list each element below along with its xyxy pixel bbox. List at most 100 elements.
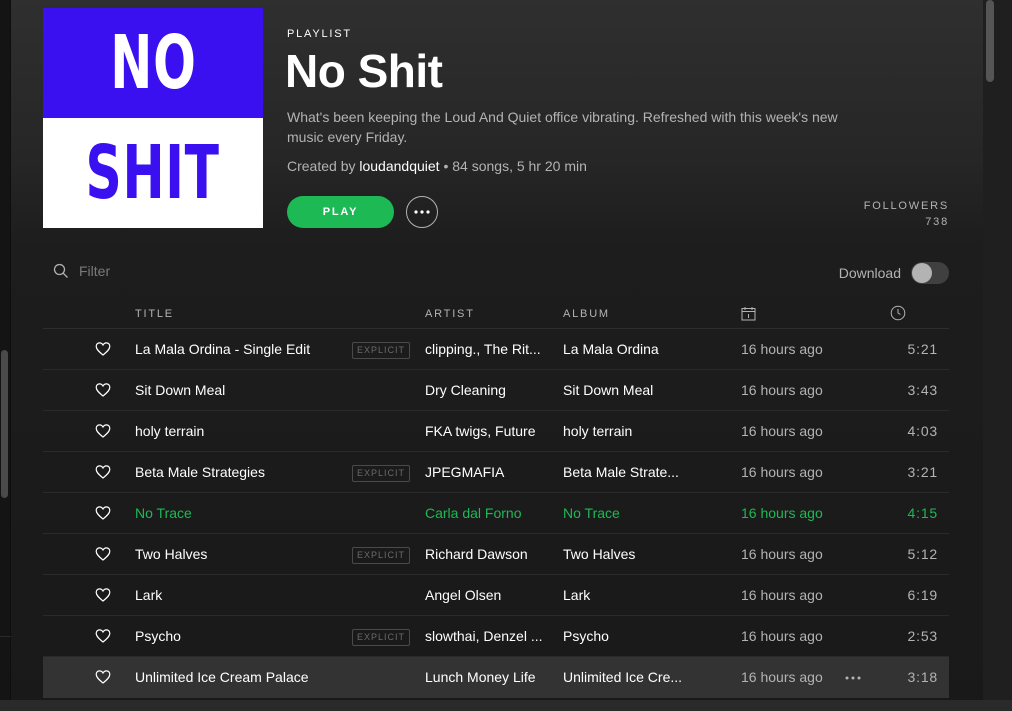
track-album[interactable]: Psycho [563,628,687,644]
track-added: 16 hours ago [741,669,823,685]
track-title: No Trace [135,505,192,521]
track-row[interactable]: Beta Male Strategies EXPLICIT JPEGMAFIA Bet… [43,452,949,493]
now-playing-bar-edge [0,700,1012,711]
track-row[interactable]: No Trace Carla dal Forno No Trace 16 hours … [43,493,949,534]
download-label: Download [838,265,901,281]
explicit-badge: EXPLICIT [352,342,410,359]
column-duration[interactable] [890,305,906,324]
filter-input[interactable] [79,263,279,279]
sidebar-scrollbar-thumb[interactable] [1,350,8,498]
track-title: Beta Male Strategies [135,464,265,480]
main-scrollbar[interactable] [983,0,1012,711]
track-row[interactable]: Sit Down Meal Dry Cleaning Sit Down Meal 16… [43,370,949,411]
track-artist[interactable]: Carla dal Forno [425,505,549,521]
cover-top-word: NO [109,20,197,106]
track-duration: 4:15 [907,505,938,521]
search-icon [53,263,68,278]
playlist-stats: • 84 songs, 5 hr 20 min [443,158,587,174]
download-control: Download [839,262,949,284]
more-horizontal-icon [414,210,430,214]
tracklist-header: TITLE ARTIST ALBUM [43,300,949,329]
followers-label: FOLLOWERS [863,200,949,212]
owner-link[interactable]: loudandquiet [359,158,439,174]
track-title: Unlimited Ice Cream Palace [135,669,309,685]
heart-icon[interactable] [95,587,111,603]
track-album[interactable]: Sit Down Meal [563,382,687,398]
track-added: 16 hours ago [741,341,823,357]
track-duration: 4:03 [907,423,938,439]
heart-icon[interactable] [95,464,111,480]
explicit-badge: EXPLICIT [352,465,410,482]
column-album[interactable]: ALBUM [563,308,610,320]
play-button[interactable]: PLAY [287,196,394,228]
track-artist[interactable]: Dry Cleaning [425,382,549,398]
track-duration: 5:21 [907,341,938,357]
track-duration: 5:12 [907,546,938,562]
heart-icon[interactable] [95,505,111,521]
track-row[interactable]: Lark Angel Olsen Lark 16 hours ago 6:19 [43,575,949,616]
track-artist[interactable]: JPEGMAFIA [425,464,549,480]
track-duration: 3:18 [907,669,938,685]
heart-icon[interactable] [95,382,111,398]
track-album[interactable]: holy terrain [563,423,687,439]
track-added: 16 hours ago [741,382,823,398]
track-artist[interactable]: FKA twigs, Future [425,423,549,439]
tracklist: TITLE ARTIST ALBUM La Mala Ordina - Sing… [43,300,949,698]
sidebar-divider [0,636,11,637]
explicit-badge: EXPLICIT [352,547,410,564]
track-title: Sit Down Meal [135,382,226,398]
heart-icon[interactable] [95,628,111,644]
left-sidebar-edge [0,0,11,711]
track-title: La Mala Ordina - Single Edit [135,341,311,357]
column-artist[interactable]: ARTIST [425,308,475,320]
created-by-label: Created by [287,158,356,174]
track-artist[interactable]: Angel Olsen [425,587,549,603]
cover-bottom-word: SHIT [85,130,221,216]
playlist-meta: Created by loudandquiet • 84 songs, 5 hr… [287,158,587,174]
track-added: 16 hours ago [741,628,823,644]
track-album[interactable]: La Mala Ordina [563,341,687,357]
main-scrollbar-thumb[interactable] [986,0,994,82]
heart-icon[interactable] [95,546,111,562]
clock-icon [890,305,906,321]
column-title[interactable]: TITLE [135,308,174,320]
track-title: holy terrain [135,423,205,439]
playlist-description: What's been keeping the Loud And Quiet o… [287,109,838,145]
track-album[interactable]: Two Halves [563,546,687,562]
more-options-button[interactable] [406,196,438,228]
more-horizontal-icon[interactable] [845,667,865,683]
track-row[interactable]: Two Halves EXPLICIT Richard Dawson Two Halv… [43,534,949,575]
filter-box [53,263,279,279]
track-row[interactable]: holy terrain FKA twigs, Future holy terrai… [43,411,949,452]
track-title: Two Halves [135,546,208,562]
track-artist[interactable]: clipping., The Rit... [425,341,549,357]
tracklist-rows: La Mala Ordina - Single Edit EXPLICIT clip… [43,329,949,698]
track-row[interactable]: La Mala Ordina - Single Edit EXPLICIT clip… [43,329,949,370]
track-duration: 2:53 [907,628,938,644]
calendar-icon [741,307,756,321]
track-title: Psycho [135,628,181,644]
heart-icon[interactable] [95,423,111,439]
heart-icon[interactable] [95,669,111,685]
track-artist[interactable]: Lunch Money Life [425,669,549,685]
track-album[interactable]: No Trace [563,505,687,521]
explicit-badge: EXPLICIT [352,629,410,646]
track-duration: 3:21 [907,464,938,480]
track-added: 16 hours ago [741,464,823,480]
track-album[interactable]: Beta Male Strate... [563,464,687,480]
column-added[interactable] [741,306,756,324]
track-album[interactable]: Unlimited Ice Cre... [563,669,687,685]
track-artist[interactable]: slowthai, Denzel ... [425,628,549,644]
track-added: 16 hours ago [741,423,823,439]
cover-bottom-panel: SHIT [43,118,263,228]
track-title: Lark [135,587,163,603]
track-artist[interactable]: Richard Dawson [425,546,549,562]
track-album[interactable]: Lark [563,587,687,603]
followers-block: FOLLOWERS 738 [864,198,949,230]
download-toggle[interactable] [911,262,949,284]
track-added: 16 hours ago [741,587,823,603]
track-added: 16 hours ago [741,546,823,562]
heart-icon[interactable] [95,341,111,357]
track-row[interactable]: Psycho EXPLICIT slowthai, Denzel ... Psycho… [43,616,949,657]
track-row[interactable]: Unlimited Ice Cream Palace Lunch Money Li… [43,657,949,698]
